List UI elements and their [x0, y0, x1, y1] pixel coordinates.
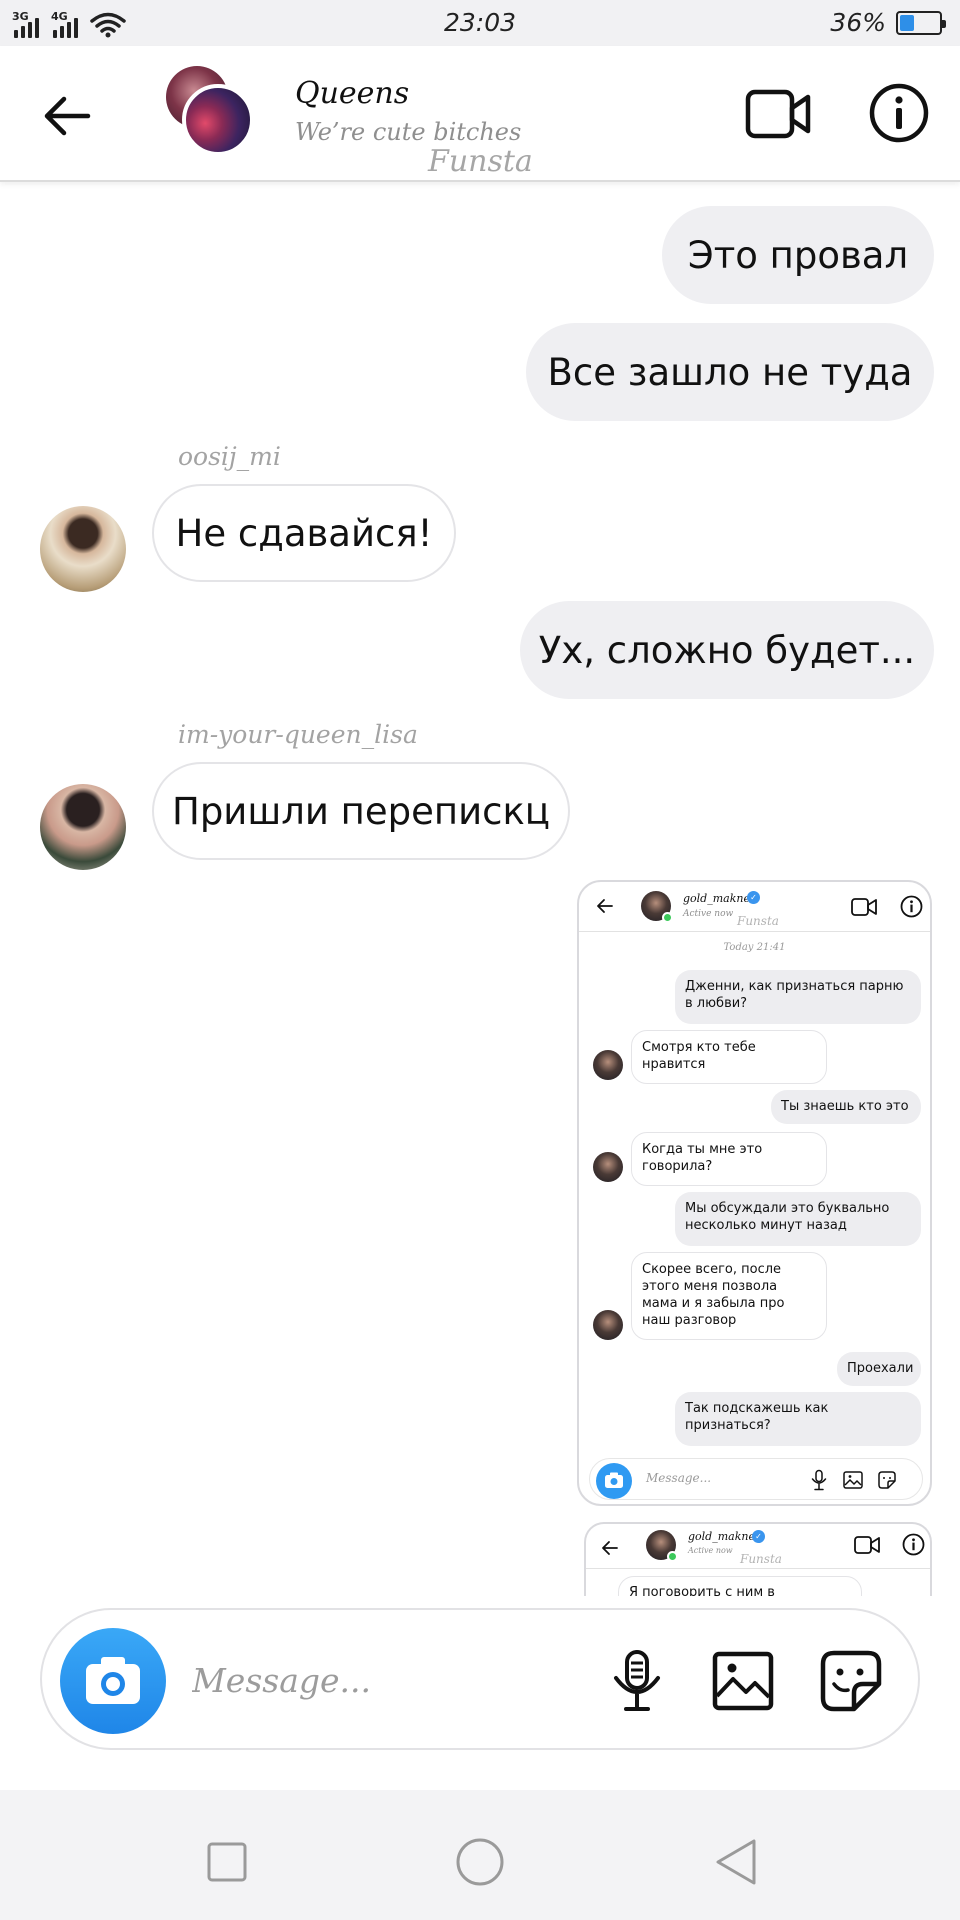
camera-button[interactable] — [60, 1628, 166, 1734]
mini-video-camera-icon — [851, 898, 877, 916]
mini-avatar — [641, 891, 673, 923]
verified-badge-icon: ✓ — [747, 891, 760, 904]
mini-watermark: Funsta — [740, 1552, 782, 1566]
message-bubble-outgoing[interactable]: Все зашло не туда — [526, 323, 934, 421]
mini-message-composer: Message... — [589, 1458, 923, 1500]
mini-avatar — [646, 1530, 678, 1562]
sticker-icon[interactable] — [816, 1646, 886, 1716]
mini-microphone-icon — [811, 1469, 827, 1491]
verified-badge-icon: ✓ — [752, 1530, 765, 1543]
chat-header: Queens We’re cute bitches Funsta — [0, 46, 960, 182]
mini-sender-avatar — [593, 1050, 623, 1080]
mini-message-incoming: Скорее всего, после этого меня позвола м… — [631, 1252, 827, 1340]
battery-icon — [896, 10, 946, 35]
mini-video-camera-icon — [854, 1536, 880, 1554]
mini-info-icon — [900, 895, 923, 918]
mini-chat-header: gold_makne ✓ Active now Funsta — [579, 882, 930, 932]
mini-contact-name: gold_makne — [688, 1530, 755, 1543]
mini-message-incoming: Смотря кто тебе нравится — [631, 1030, 827, 1084]
message-text: Ух, сложно будет... — [538, 628, 916, 672]
back-arrow-icon[interactable] — [38, 86, 98, 146]
mini-active-status: Active now — [688, 1546, 733, 1555]
online-dot-icon — [667, 1551, 678, 1562]
mini-message-outgoing: Проехали — [837, 1352, 921, 1386]
message-text: Пришли перепискц — [172, 789, 550, 833]
chat-title[interactable]: Queens — [295, 76, 409, 111]
mini-back-arrow-icon — [597, 899, 613, 913]
group-avatar-front — [182, 84, 254, 156]
mini-sender-avatar — [593, 1152, 623, 1182]
mini-message-outgoing: Мы обсуждали это буквально несколько мин… — [675, 1192, 921, 1246]
mini-sticker-icon — [878, 1471, 896, 1489]
watermark: Funsta — [428, 144, 533, 179]
message-bubble-outgoing[interactable]: Ух, сложно будет... — [520, 601, 934, 699]
home-icon[interactable] — [450, 1832, 510, 1892]
system-navigation-bar — [0, 1790, 960, 1920]
message-bubble-incoming[interactable]: Не сдавайся! — [152, 484, 456, 582]
message-bubble-outgoing[interactable]: Это провал — [662, 206, 934, 304]
sender-avatar[interactable] — [40, 506, 126, 592]
message-text: Все зашло не туда — [547, 350, 913, 394]
group-avatar[interactable] — [166, 66, 256, 156]
online-dot-icon — [662, 912, 673, 923]
status-bar: 3G 4G 23:03 36% — [0, 0, 960, 46]
camera-icon — [86, 1657, 140, 1704]
chat-subtitle: We’re cute bitches — [295, 118, 522, 146]
mini-contact-name: gold_makne — [683, 892, 750, 905]
message-input[interactable] — [192, 1652, 492, 1708]
microphone-icon[interactable] — [602, 1646, 672, 1716]
sender-username: im-your-queen_lisa — [178, 720, 418, 749]
mini-message-outgoing: Дженни, как признаться парню в любви? — [675, 970, 921, 1024]
mini-input-placeholder: Message... — [646, 1471, 712, 1485]
mini-watermark: Funsta — [737, 914, 779, 928]
mini-sender-avatar — [593, 1310, 623, 1340]
mini-message-outgoing: Так подскажешь как признаться? — [675, 1392, 921, 1446]
mini-date-label: Today 21:41 — [723, 942, 786, 953]
mini-message-incoming: Когда ты мне это говорила? — [631, 1132, 827, 1186]
mini-message-outgoing: Ты знаешь кто это — [771, 1090, 921, 1124]
shared-screenshot-image-2[interactable]: gold_makne ✓ Active now Funsta Я поговор… — [584, 1522, 932, 1596]
message-text: Это провал — [687, 233, 909, 277]
mini-active-status: Active now — [683, 909, 734, 919]
message-text: Не сдавайся! — [175, 511, 433, 555]
message-bubble-incoming[interactable]: Пришли перепискц — [152, 762, 570, 860]
message-composer — [40, 1608, 920, 1750]
recent-apps-icon[interactable] — [197, 1832, 257, 1892]
info-icon[interactable] — [868, 82, 930, 144]
gallery-icon[interactable] — [708, 1646, 778, 1716]
mini-header-divider — [586, 1568, 930, 1569]
clock: 23:03 — [443, 8, 517, 37]
battery-fill — [900, 14, 914, 31]
mini-camera-icon — [596, 1463, 632, 1499]
sender-username: oosij_mi — [178, 442, 281, 471]
battery-percentage: 36% — [830, 8, 886, 37]
sender-avatar[interactable] — [40, 784, 126, 870]
video-camera-icon[interactable] — [745, 84, 811, 144]
shared-screenshot-image[interactable]: gold_makne ✓ Active now Funsta Today 21:… — [577, 880, 932, 1506]
mini-back-arrow-icon — [602, 1541, 618, 1555]
back-icon[interactable] — [708, 1832, 768, 1892]
mini-gallery-icon — [843, 1471, 863, 1489]
mini-info-icon — [902, 1533, 925, 1556]
mini-message-incoming: Я поговорить с ним в — [618, 1576, 862, 1596]
